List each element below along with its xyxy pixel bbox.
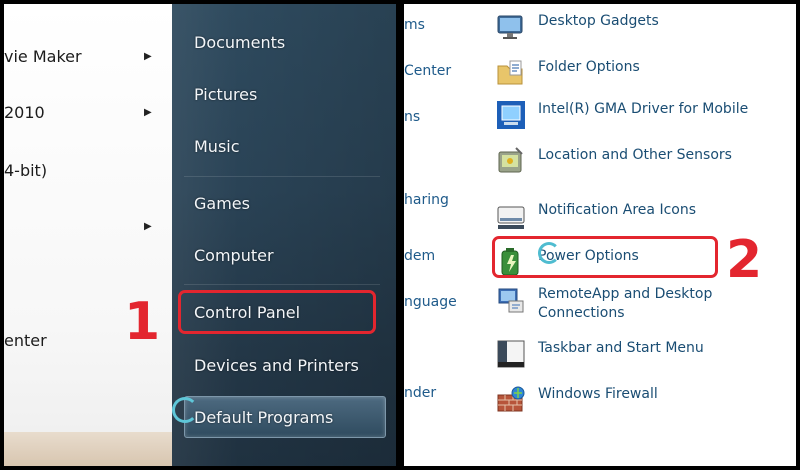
control-panel-highlight <box>178 290 376 334</box>
control-panel-screenshot: ms Center ns haring dem nguage nder Desk… <box>404 4 796 466</box>
cp-item-label: Folder Options <box>538 59 640 75</box>
places-item-default-programs[interactable]: Default Programs <box>194 403 333 433</box>
category-link[interactable]: dem <box>404 248 435 264</box>
program-item[interactable]: ▶ <box>4 212 172 242</box>
category-link[interactable]: ms <box>404 17 425 33</box>
taskbar-icon <box>497 340 525 368</box>
folder-options-icon <box>497 60 523 85</box>
program-item[interactable]: vie Maker ▶ <box>4 42 172 72</box>
intel-gma-icon <box>497 101 525 129</box>
remoteapp-icon <box>498 288 524 313</box>
submenu-arrow-icon: ▶ <box>144 221 152 232</box>
busy-cursor-icon <box>172 397 198 423</box>
program-label: enter <box>4 331 47 350</box>
cp-item-label: Taskbar and Start Menu <box>538 340 704 356</box>
separator <box>184 284 380 285</box>
program-label: 4-bit) <box>4 161 48 180</box>
category-link[interactable]: haring <box>404 192 449 208</box>
places-item-documents[interactable]: Documents <box>194 28 285 58</box>
program-item[interactable]: 2010 ▶ <box>4 98 172 128</box>
cp-item-label: Desktop Gadgets <box>538 13 659 29</box>
notification-area-icon <box>497 206 525 229</box>
cp-item-label: Intel(R) GMA Driver for Mobile <box>538 101 749 117</box>
step-badge-1: 1 <box>124 292 161 352</box>
places-item-music[interactable]: Music <box>194 132 240 162</box>
firewall-icon <box>497 386 525 412</box>
category-link[interactable]: nguage <box>404 294 457 310</box>
cp-item-label: Notification Area Icons <box>538 202 697 218</box>
places-item-computer[interactable]: Computer <box>194 241 274 271</box>
cp-item-label: RemoteApp and Desktop Connections <box>538 286 713 321</box>
places-item-devices-printers[interactable]: Devices and Printers <box>194 351 359 381</box>
submenu-arrow-icon: ▶ <box>144 51 152 62</box>
category-link[interactable]: ns <box>404 109 420 125</box>
category-link[interactable]: Center <box>404 63 451 79</box>
program-item[interactable]: 4-bit) <box>4 156 172 186</box>
programs-list: vie Maker ▶ 2010 ▶ 4-bit) ▶ enter <box>4 4 172 466</box>
start-menu-screenshot: vie Maker ▶ 2010 ▶ 4-bit) ▶ enter Docume… <box>4 4 396 466</box>
program-label: 2010 <box>4 103 45 122</box>
cp-item-label: Windows Firewall <box>538 386 658 402</box>
power-options-highlight <box>492 236 718 278</box>
start-menu-places: Documents Pictures Music Games Computer … <box>172 4 396 466</box>
places-item-games[interactable]: Games <box>194 189 250 219</box>
places-item-pictures[interactable]: Pictures <box>194 80 257 110</box>
busy-cursor-icon <box>538 242 560 264</box>
separator <box>184 176 380 177</box>
submenu-arrow-icon: ▶ <box>144 107 152 118</box>
desktop-gadgets-icon <box>497 15 523 39</box>
all-programs-bar <box>4 432 172 466</box>
cp-item-label: Location and Other Sensors <box>538 147 732 163</box>
program-label: vie Maker <box>4 47 82 66</box>
step-badge-2: 2 <box>726 230 763 290</box>
category-link[interactable]: nder <box>404 385 436 401</box>
location-sensors-icon <box>498 147 523 173</box>
